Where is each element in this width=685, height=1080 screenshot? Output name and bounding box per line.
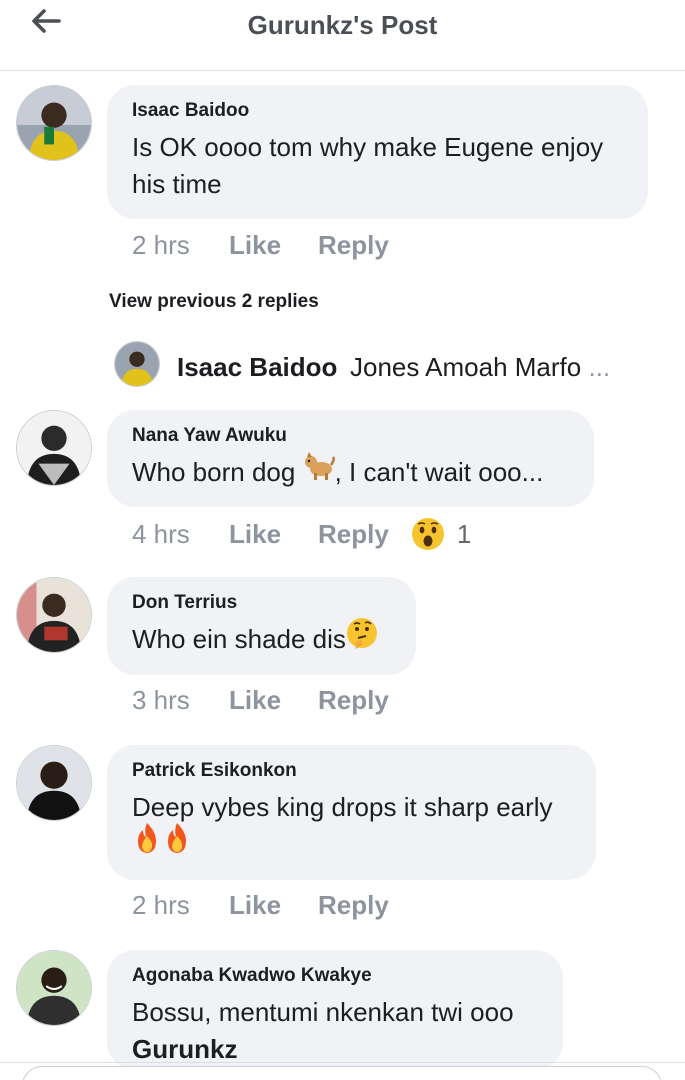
avatar[interactable] — [16, 577, 92, 653]
comment-time: 3 hrs — [132, 685, 190, 715]
reply-preview-text: Jones Amoah Marfo ... — [350, 352, 611, 382]
avatar[interactable] — [16, 745, 92, 821]
like-button[interactable]: Like — [229, 230, 318, 261]
comment-author[interactable]: Don Terrius — [132, 591, 392, 615]
ellipsis: ... — [588, 352, 611, 382]
comment-text: Is OK oooo tom why make Eugene enjoy his… — [132, 132, 604, 199]
like-button[interactable]: Like — [229, 890, 318, 921]
avatar[interactable] — [16, 410, 92, 486]
comment-actions: 2 hrs Like Reply — [132, 230, 389, 261]
fire-emoji — [162, 822, 192, 864]
mention-link[interactable]: Gurunkz — [132, 1034, 237, 1064]
avatar[interactable] — [16, 950, 92, 1026]
comment-input[interactable] — [22, 1066, 662, 1080]
comment-bubble: Nana Yaw Awuku Who born dog , I can't wa… — [107, 410, 594, 508]
comment-author[interactable]: Patrick Esikonkon — [132, 759, 572, 783]
dog-emoji — [303, 451, 335, 491]
comment-bubble: Don Terrius Who ein shade dis — [107, 577, 416, 676]
comment-text: Bossu, mentumi nkenkan twi ooo Gurunkz — [132, 997, 514, 1064]
wow-reaction-icon — [411, 518, 444, 550]
reply-button[interactable]: Reply — [318, 230, 389, 261]
view-previous-replies-link[interactable]: View previous 2 replies — [109, 291, 319, 313]
reply-author: Isaac Baidoo — [177, 352, 338, 382]
divider — [0, 1062, 685, 1063]
comment-actions: 2 hrs Like Reply — [132, 890, 389, 921]
page-title: Gurunkz's Post — [247, 10, 438, 40]
reply-button[interactable]: Reply — [318, 519, 389, 550]
post-header: Gurunkz's Post — [0, 0, 685, 71]
comment-time: 2 hrs — [132, 230, 190, 260]
reply-button[interactable]: Reply — [318, 890, 389, 921]
reaction-count: 1 — [456, 518, 472, 549]
fire-emoji — [132, 822, 162, 864]
comment-actions: 3 hrs Like Reply — [132, 685, 389, 716]
comment-bubble: Patrick Esikonkon Deep vybes king drops … — [107, 745, 596, 881]
like-button[interactable]: Like — [229, 519, 318, 550]
comment-bubble: Agonaba Kwadwo Kwakye Bossu, mentumi nke… — [107, 950, 563, 1070]
comment-bubble: Isaac Baidoo Is OK oooo tom why make Eug… — [107, 85, 648, 219]
reply-button[interactable]: Reply — [318, 685, 389, 716]
like-button[interactable]: Like — [229, 685, 318, 716]
comment-author[interactable]: Agonaba Kwadwo Kwakye — [132, 964, 539, 988]
avatar[interactable] — [16, 85, 92, 161]
thinking-face-emoji — [346, 617, 378, 659]
avatar — [114, 341, 160, 387]
comment-author[interactable]: Nana Yaw Awuku — [132, 424, 570, 448]
comment-text: Who born dog , I can't wait ooo... — [132, 451, 570, 491]
comment-text: Deep vybes king drops it sharp early — [132, 789, 572, 864]
comment-time: 2 hrs — [132, 890, 190, 920]
comment-text: Who ein shade dis — [132, 618, 392, 659]
comment-author[interactable]: Isaac Baidoo — [132, 99, 624, 123]
comment-time: 4 hrs — [132, 518, 190, 549]
comment-actions: 4 hrs Like Reply 1 — [132, 517, 471, 551]
reaction-summary[interactable]: 1 — [411, 517, 471, 551]
